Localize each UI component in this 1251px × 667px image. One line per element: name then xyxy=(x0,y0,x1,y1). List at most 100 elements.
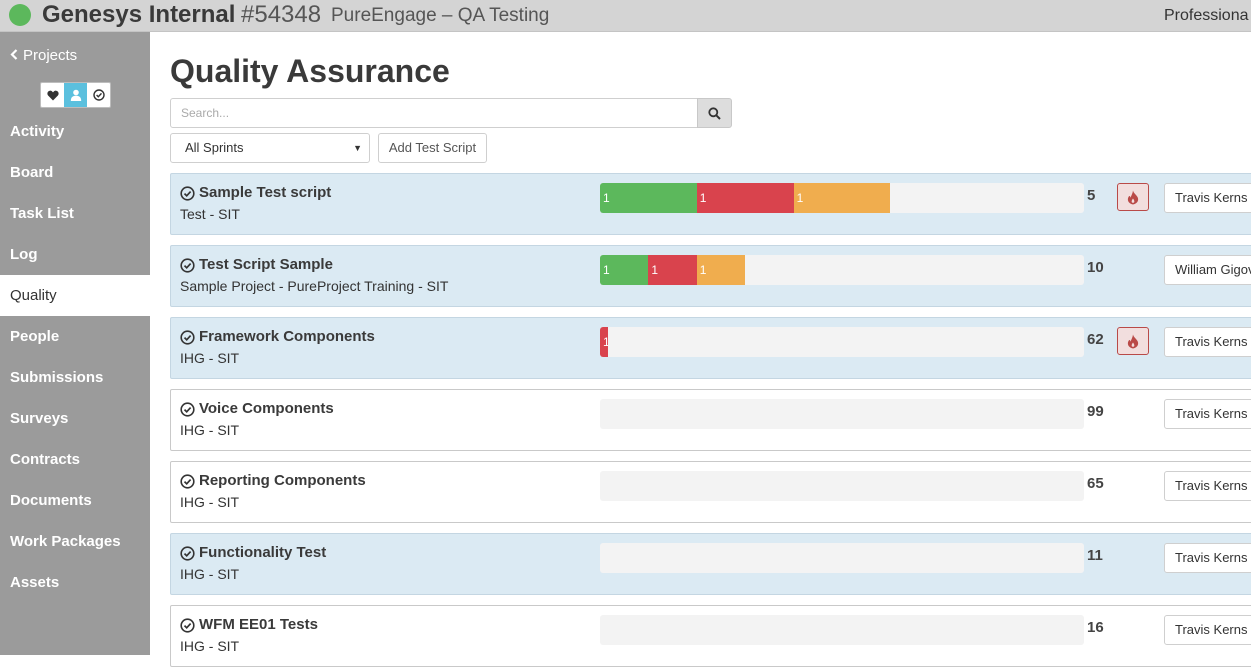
sidebar: Projects Activity Board Task List Log Qu… xyxy=(0,32,150,655)
page-title: Quality Assurance xyxy=(170,53,450,89)
sidebar-item-contracts[interactable]: Contracts xyxy=(0,439,150,480)
sprint-filter-select[interactable]: All Sprints ▼ xyxy=(170,133,370,163)
test-progress-bar xyxy=(600,471,1084,501)
top-right-label: Professiona xyxy=(1164,7,1249,24)
test-case-count: 11 xyxy=(1087,547,1103,564)
test-script-title: Functionality Test xyxy=(199,544,327,561)
sidebar-item-task-list[interactable]: Task List xyxy=(0,193,150,234)
sidebar-item-surveys[interactable]: Surveys xyxy=(0,398,150,439)
status-indicator-icon xyxy=(9,4,31,26)
test-script-title-link[interactable]: Functionality Test xyxy=(180,543,326,563)
add-test-script-button[interactable]: Add Test Script xyxy=(378,133,487,163)
search-icon xyxy=(708,106,721,120)
company-name[interactable]: Genesys Internal xyxy=(42,1,235,29)
test-script-row[interactable]: Functionality Test IHG - SIT 11 Travis Kern… xyxy=(170,533,1251,595)
test-case-count: 99 xyxy=(1087,403,1104,420)
test-script-title-link[interactable]: WFM EE01 Tests xyxy=(180,615,318,635)
top-bar: Genesys Internal #54348 PureEngage – QA … xyxy=(0,0,1251,32)
project-name: PureEngage – QA Testing xyxy=(331,5,550,26)
test-script-subtitle: IHG - SIT xyxy=(180,422,240,438)
fire-alert-button[interactable] xyxy=(1117,183,1149,211)
chevron-left-icon xyxy=(10,46,18,66)
sidebar-item-log[interactable]: Log xyxy=(0,234,150,275)
check-circle-icon xyxy=(180,329,195,345)
view-toggle-group xyxy=(40,82,111,108)
sprint-filter-value: All Sprints xyxy=(185,140,244,155)
test-case-count: 16 xyxy=(1087,619,1104,636)
progress-segment-failed: 1 xyxy=(600,327,608,357)
sidebar-item-quality[interactable]: Quality xyxy=(0,275,150,316)
test-script-title: Voice Components xyxy=(199,400,334,417)
check-circle-icon[interactable] xyxy=(87,83,110,107)
test-script-title: Test Script Sample xyxy=(199,256,333,273)
heart-icon[interactable] xyxy=(41,83,64,107)
progress-segment-pending: 1 xyxy=(793,183,891,213)
test-script-title: Sample Test script xyxy=(199,184,332,201)
fire-icon xyxy=(1127,334,1139,349)
check-circle-icon xyxy=(180,473,195,489)
fire-alert-button[interactable] xyxy=(1117,327,1149,355)
progress-segment-failed: 1 xyxy=(696,183,794,213)
test-script-row[interactable]: Test Script Sample Sample Project - PureP… xyxy=(170,245,1251,307)
test-progress-bar: 1 xyxy=(600,327,1084,357)
test-script-row[interactable]: Voice Components IHG - SIT 99 Travis Kerns xyxy=(170,389,1251,451)
test-script-row[interactable]: Framework Components IHG - SIT 1 62 Travis K… xyxy=(170,317,1251,379)
test-script-title: Reporting Components xyxy=(199,472,366,489)
back-link-label: Projects xyxy=(23,47,78,64)
test-case-count: 5 xyxy=(1087,187,1096,204)
test-script-subtitle: Test - SIT xyxy=(180,206,240,222)
test-script-title-link[interactable]: Sample Test script xyxy=(180,183,331,203)
sidebar-item-work-packages[interactable]: Work Packages xyxy=(0,521,150,562)
assignee-select[interactable]: Travis Kerns xyxy=(1164,183,1251,213)
search-input[interactable] xyxy=(170,98,698,128)
sidebar-item-documents[interactable]: Documents xyxy=(0,480,150,521)
test-script-title-link[interactable]: Test Script Sample xyxy=(180,255,333,275)
sidebar-item-submissions[interactable]: Submissions xyxy=(0,357,150,398)
check-circle-icon xyxy=(180,617,195,633)
test-case-count: 62 xyxy=(1087,331,1104,348)
test-script-subtitle: IHG - SIT xyxy=(180,494,240,510)
test-script-row[interactable]: Reporting Components IHG - SIT 65 Travis Ke… xyxy=(170,461,1251,523)
test-script-subtitle: IHG - SIT xyxy=(180,638,240,654)
assignee-select[interactable]: Travis Kerns xyxy=(1164,471,1251,501)
assignee-select[interactable]: William Gigov xyxy=(1164,255,1251,285)
assignee-select[interactable]: Travis Kerns xyxy=(1164,327,1251,357)
test-script-subtitle: IHG - SIT xyxy=(180,350,240,366)
caret-down-icon: ▼ xyxy=(353,143,362,153)
project-number: #54348 xyxy=(241,1,322,28)
test-case-count: 65 xyxy=(1087,475,1104,492)
test-case-count: 10 xyxy=(1087,259,1104,276)
sidebar-item-board[interactable]: Board xyxy=(0,152,150,193)
progress-segment-passed: 1 xyxy=(600,255,649,285)
assignee-select[interactable]: Travis Kerns xyxy=(1164,615,1251,645)
test-script-row[interactable]: WFM EE01 Tests IHG - SIT 16 Travis Kerns xyxy=(170,605,1251,667)
search-button[interactable] xyxy=(697,98,732,128)
test-script-title: WFM EE01 Tests xyxy=(199,616,318,633)
progress-segment-passed: 1 xyxy=(600,183,697,213)
progress-segment-failed: 1 xyxy=(648,255,697,285)
check-circle-icon xyxy=(180,401,195,417)
test-progress-bar xyxy=(600,399,1084,429)
fire-icon xyxy=(1127,190,1139,205)
assignee-select[interactable]: Travis Kerns xyxy=(1164,399,1251,429)
assignee-select[interactable]: Travis Kerns xyxy=(1164,543,1251,573)
check-circle-icon xyxy=(180,185,195,201)
sidebar-item-activity[interactable]: Activity xyxy=(0,111,150,152)
back-to-projects-link[interactable]: Projects xyxy=(10,46,77,66)
check-circle-icon xyxy=(180,545,195,561)
test-script-title-link[interactable]: Reporting Components xyxy=(180,471,366,491)
progress-segment-pending: 1 xyxy=(696,255,746,285)
test-script-title-link[interactable]: Voice Components xyxy=(180,399,334,419)
test-progress-bar: 111 xyxy=(600,183,1084,213)
test-script-row[interactable]: Sample Test script Test - SIT 1 1 1 5 Travis K… xyxy=(170,173,1251,235)
test-progress-bar xyxy=(600,615,1084,645)
sidebar-item-people[interactable]: People xyxy=(0,316,150,357)
sidebar-item-assets[interactable]: Assets xyxy=(0,562,150,603)
test-script-title: Framework Components xyxy=(199,328,375,345)
test-script-subtitle: IHG - SIT xyxy=(180,566,240,582)
test-script-title-link[interactable]: Framework Components xyxy=(180,327,375,347)
test-progress-bar: 111 xyxy=(600,255,1084,285)
check-circle-icon xyxy=(180,257,195,273)
user-icon[interactable] xyxy=(64,83,87,107)
test-progress-bar xyxy=(600,543,1084,573)
